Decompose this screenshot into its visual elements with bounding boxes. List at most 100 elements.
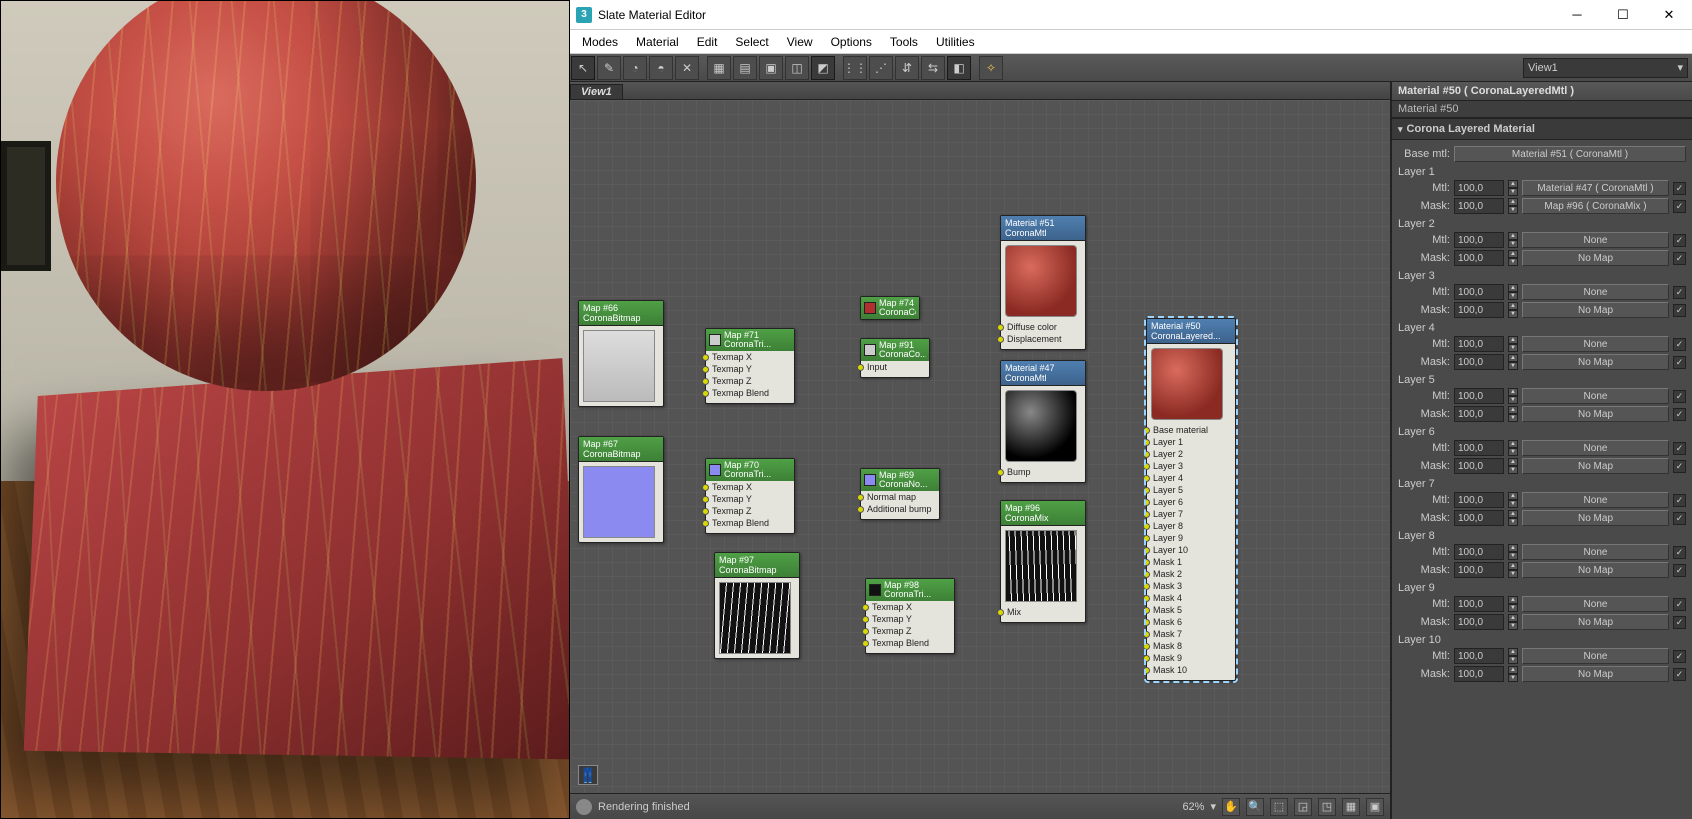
node-input-slot[interactable]: Mask 7 (1151, 628, 1231, 640)
spinner-buttons[interactable]: ▲▼ (1508, 180, 1518, 196)
zoom-icon[interactable]: 🔍 (1246, 798, 1264, 816)
slot-button[interactable]: Map #96 ( CoronaMix ) (1522, 198, 1669, 214)
amount-spinner[interactable]: 100,0 (1454, 562, 1504, 578)
amount-spinner[interactable]: 100,0 (1454, 510, 1504, 526)
hide-unused-icon[interactable]: ▤ (733, 56, 757, 80)
navigator-icon[interactable]: 👖 (578, 765, 598, 785)
node-input-slot[interactable]: Layer 9 (1151, 532, 1231, 544)
node-map-96[interactable]: Map #96CoronaMix Mix (1000, 500, 1086, 623)
spinner-buttons[interactable]: ▲▼ (1508, 596, 1518, 612)
assign-material-icon[interactable]: ◔ (623, 56, 647, 80)
spinner-buttons[interactable]: ▲▼ (1508, 250, 1518, 266)
spinner-buttons[interactable]: ▲▼ (1508, 336, 1518, 352)
enable-checkbox[interactable]: ✓ (1673, 234, 1686, 247)
amount-spinner[interactable]: 100,0 (1454, 180, 1504, 196)
amount-spinner[interactable]: 100,0 (1454, 250, 1504, 266)
slot-button[interactable]: No Map (1522, 458, 1669, 474)
node-map-97[interactable]: Map #97CoronaBitmap (714, 552, 800, 659)
base-mtl-button[interactable]: Material #51 ( CoronaMtl ) (1454, 146, 1686, 162)
amount-spinner[interactable]: 100,0 (1454, 406, 1504, 422)
slot-button[interactable]: No Map (1522, 302, 1669, 318)
zoom-dropdown-icon[interactable]: ▾ (1210, 800, 1216, 813)
enable-checkbox[interactable]: ✓ (1673, 668, 1686, 681)
enable-checkbox[interactable]: ✓ (1673, 408, 1686, 421)
material-id-icon[interactable]: ◧ (947, 56, 971, 80)
slot-button[interactable]: No Map (1522, 354, 1669, 370)
amount-spinner[interactable]: 100,0 (1454, 544, 1504, 560)
spinner-buttons[interactable]: ▲▼ (1508, 284, 1518, 300)
menu-view[interactable]: View (779, 33, 821, 51)
arrange-icon[interactable]: ▦ (1342, 798, 1360, 816)
show-map-icon[interactable]: ▣ (759, 56, 783, 80)
node-input-slot[interactable]: Layer 1 (1151, 436, 1231, 448)
amount-spinner[interactable]: 100,0 (1454, 666, 1504, 682)
amount-spinner[interactable]: 100,0 (1454, 614, 1504, 630)
view-tab[interactable]: View1 (570, 82, 1390, 100)
close-button[interactable]: ✕ (1646, 0, 1692, 30)
wand-icon[interactable]: ✧ (979, 56, 1003, 80)
slot-button[interactable]: None (1522, 648, 1669, 664)
amount-spinner[interactable]: 100,0 (1454, 198, 1504, 214)
min-max-icon[interactable]: ▣ (1366, 798, 1384, 816)
enable-checkbox[interactable]: ✓ (1673, 390, 1686, 403)
node-map-74[interactable]: Map #74CoronaColor (860, 296, 920, 320)
node-input-slot[interactable]: Layer 4 (1151, 472, 1231, 484)
enable-checkbox[interactable]: ✓ (1673, 650, 1686, 663)
pick-material-icon[interactable]: ✎ (597, 56, 621, 80)
node-map-98[interactable]: Map #98CoronaTri... Texmap X Texmap Y Te… (865, 578, 955, 654)
node-input-slot[interactable]: Mask 10 (1151, 664, 1231, 676)
node-map-71[interactable]: Map #71CoronaTri... Texmap X Texmap Y Te… (705, 328, 795, 404)
node-input-slot[interactable]: Layer 5 (1151, 484, 1231, 496)
layout-all-icon[interactable]: ⋮⋮ (843, 56, 867, 80)
amount-spinner[interactable]: 100,0 (1454, 336, 1504, 352)
amount-spinner[interactable]: 100,0 (1454, 458, 1504, 474)
pan-icon[interactable]: ✋ (1222, 798, 1240, 816)
spinner-buttons[interactable]: ▲▼ (1508, 388, 1518, 404)
move-children-icon[interactable]: ▦ (707, 56, 731, 80)
enable-checkbox[interactable]: ✓ (1673, 564, 1686, 577)
menu-utilities[interactable]: Utilities (928, 33, 983, 51)
menu-edit[interactable]: Edit (689, 33, 726, 51)
node-input-slot[interactable]: Mask 6 (1151, 616, 1231, 628)
amount-spinner[interactable]: 100,0 (1454, 648, 1504, 664)
slot-button[interactable]: None (1522, 336, 1669, 352)
node-input-slot[interactable]: Layer 2 (1151, 448, 1231, 460)
node-map-69[interactable]: Map #69CoronaNo... Normal map Additional… (860, 468, 940, 520)
spinner-buttons[interactable]: ▲▼ (1508, 440, 1518, 456)
node-map-70[interactable]: Map #70CoronaTri... Texmap X Texmap Y Te… (705, 458, 795, 534)
slot-button[interactable]: None (1522, 388, 1669, 404)
slot-button[interactable]: None (1522, 284, 1669, 300)
minimize-button[interactable]: ─ (1554, 0, 1600, 30)
slot-button[interactable]: No Map (1522, 510, 1669, 526)
enable-checkbox[interactable]: ✓ (1673, 616, 1686, 629)
enable-checkbox[interactable]: ✓ (1673, 442, 1686, 455)
node-input-slot[interactable]: Mask 3 (1151, 580, 1231, 592)
enable-checkbox[interactable]: ✓ (1673, 460, 1686, 473)
select-tool-icon[interactable]: ↖ (571, 56, 595, 80)
menu-options[interactable]: Options (823, 33, 880, 51)
enable-checkbox[interactable]: ✓ (1673, 200, 1686, 213)
delete-icon[interactable]: ✕ (675, 56, 699, 80)
enable-checkbox[interactable]: ✓ (1673, 546, 1686, 559)
spinner-buttons[interactable]: ▲▼ (1508, 458, 1518, 474)
enable-checkbox[interactable]: ✓ (1673, 598, 1686, 611)
slot-button[interactable]: None (1522, 544, 1669, 560)
node-input-slot[interactable]: Base material (1151, 424, 1231, 436)
spinner-buttons[interactable]: ▲▼ (1508, 510, 1518, 526)
enable-checkbox[interactable]: ✓ (1673, 338, 1686, 351)
node-input-slot[interactable]: Layer 6 (1151, 496, 1231, 508)
menu-select[interactable]: Select (727, 33, 776, 51)
amount-spinner[interactable]: 100,0 (1454, 302, 1504, 318)
node-material-47[interactable]: Material #47CoronaMtl Bump (1000, 360, 1086, 483)
amount-spinner[interactable]: 100,0 (1454, 596, 1504, 612)
spinner-buttons[interactable]: ▲▼ (1508, 614, 1518, 630)
node-input-slot[interactable]: Mask 5 (1151, 604, 1231, 616)
amount-spinner[interactable]: 100,0 (1454, 388, 1504, 404)
enable-checkbox[interactable]: ✓ (1673, 356, 1686, 369)
menu-tools[interactable]: Tools (882, 33, 926, 51)
node-material-50[interactable]: Material #50CoronaLayered... Base materi… (1146, 318, 1236, 681)
node-input-slot[interactable]: Mask 4 (1151, 592, 1231, 604)
node-input-slot[interactable]: Mask 9 (1151, 652, 1231, 664)
spinner-buttons[interactable]: ▲▼ (1508, 232, 1518, 248)
spinner-buttons[interactable]: ▲▼ (1508, 354, 1518, 370)
